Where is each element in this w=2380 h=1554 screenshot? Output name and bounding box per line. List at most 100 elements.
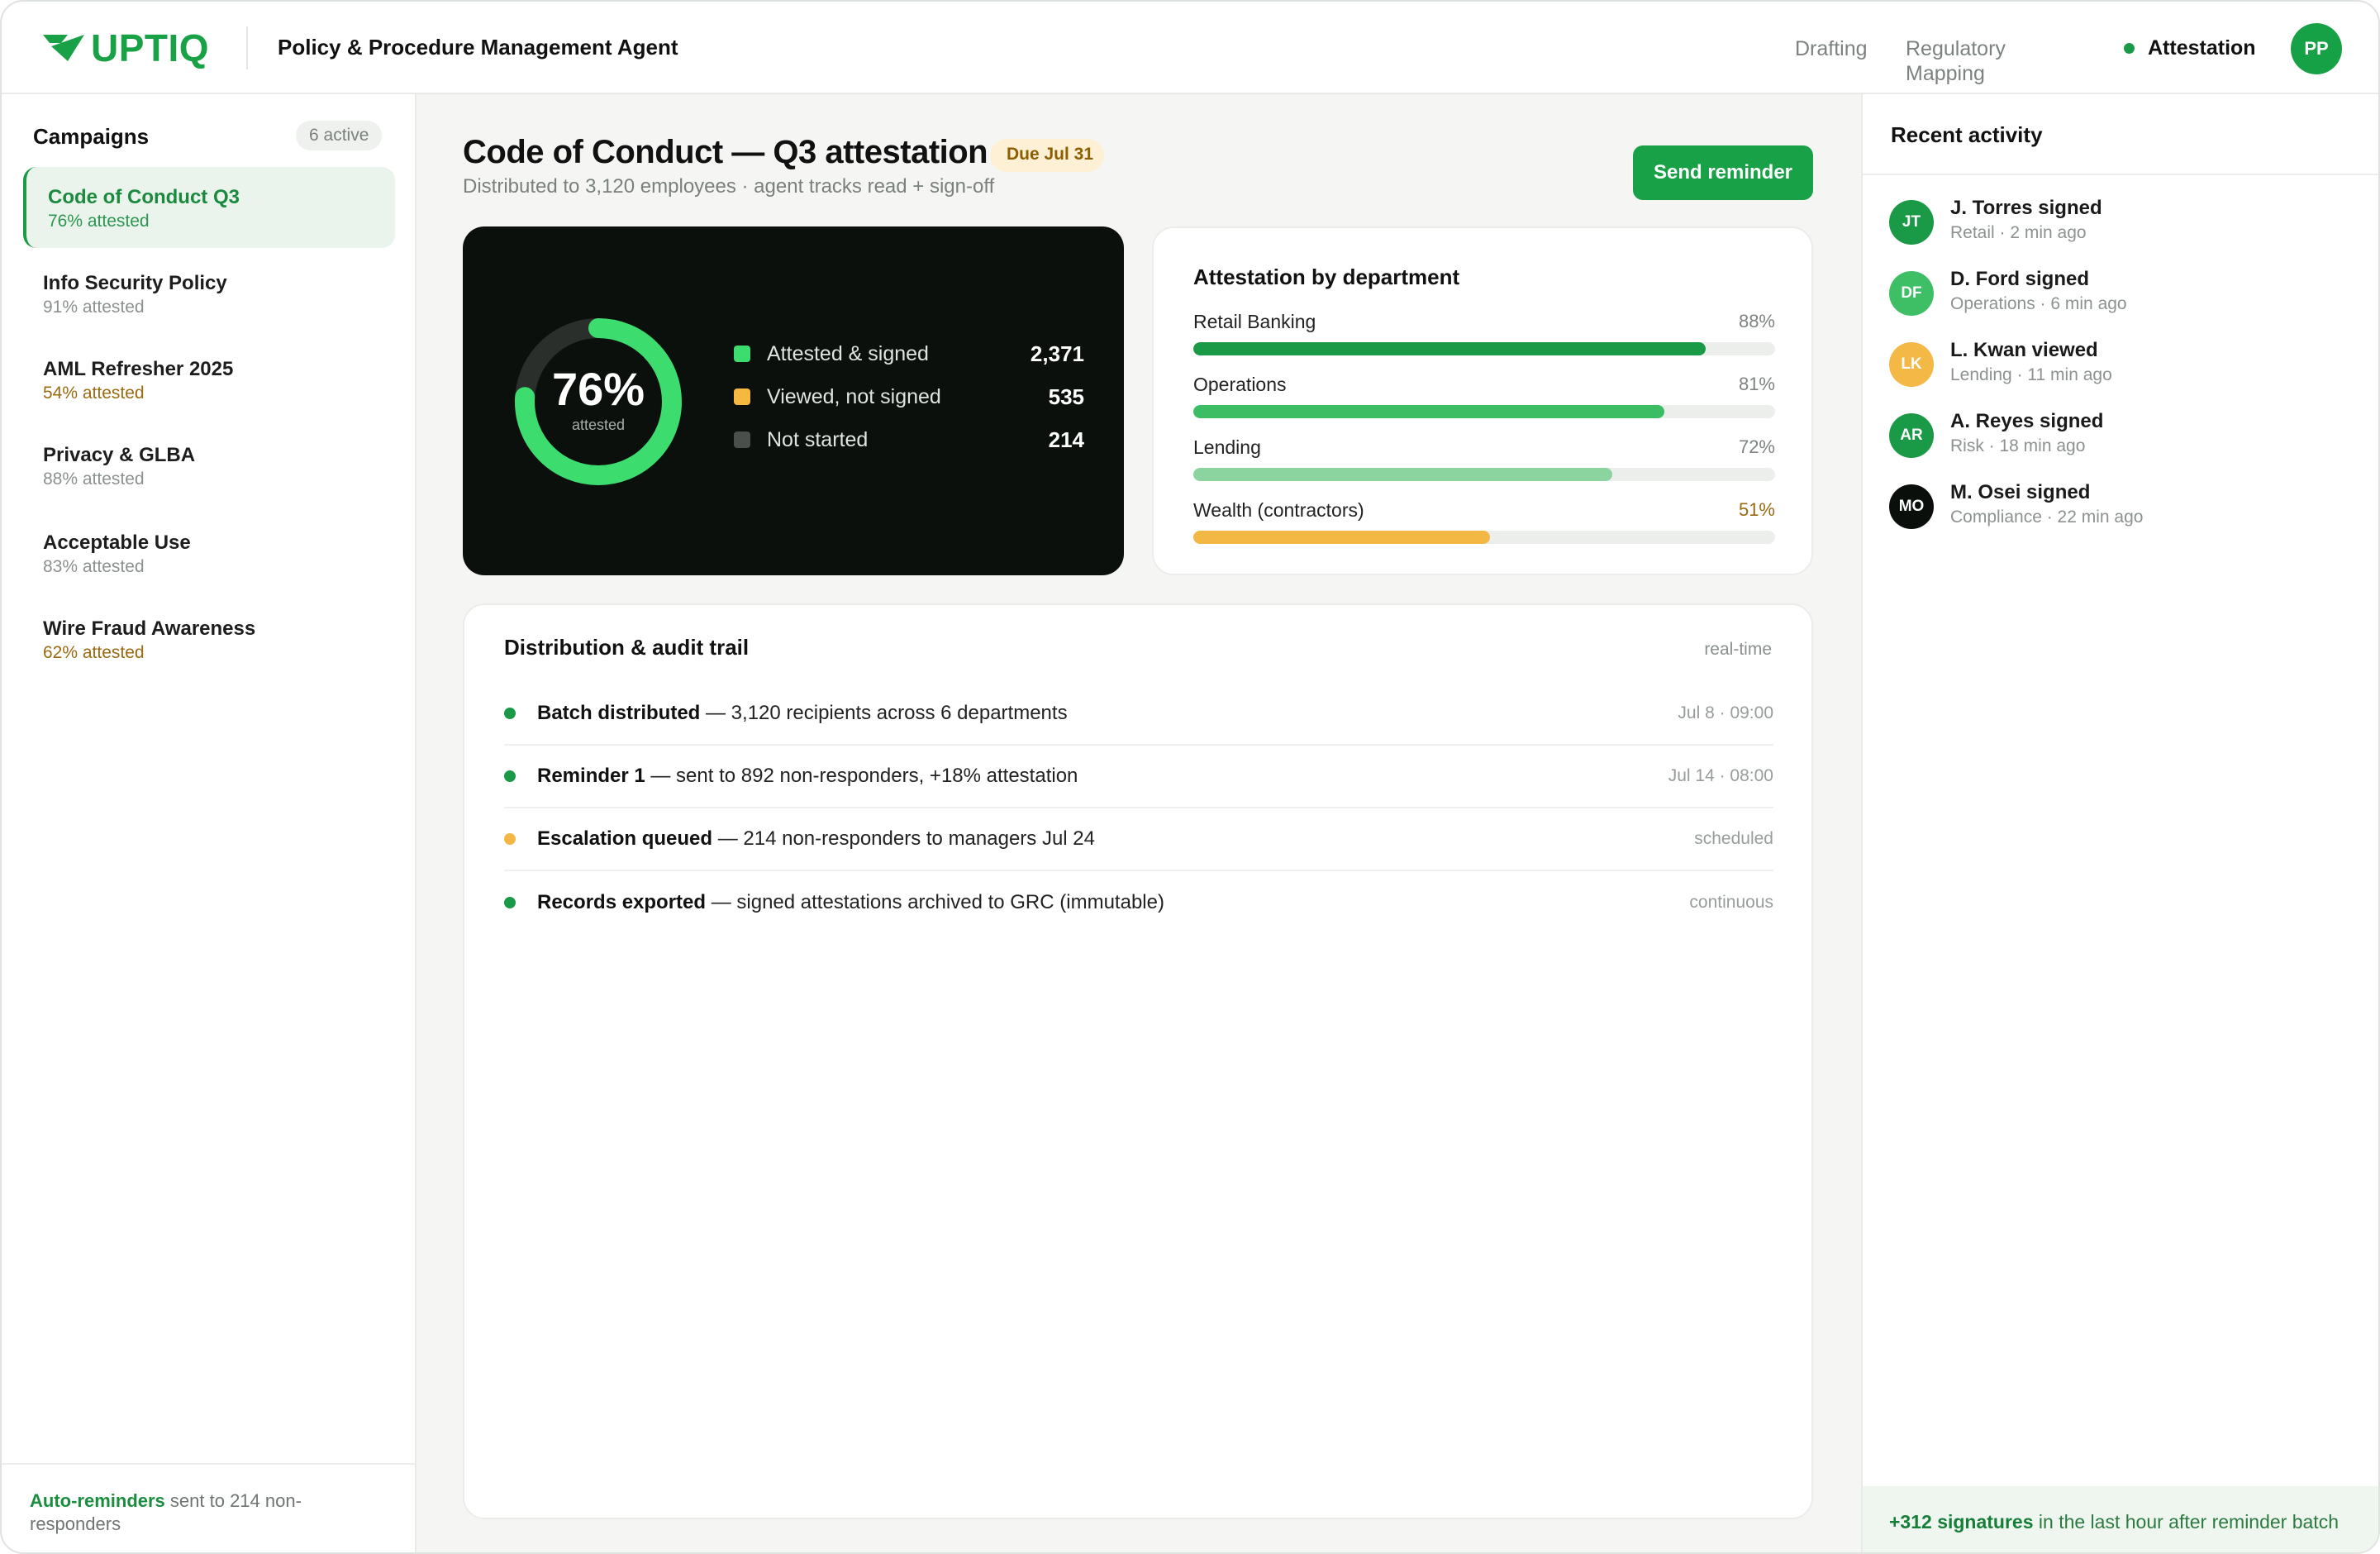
nav-attestation-label: Attestation: [2148, 36, 2256, 60]
auto-reminders-note: Auto-reminders sent to 214 non-responder…: [2, 1463, 415, 1552]
send-reminder-button[interactable]: Send reminder: [1633, 145, 1813, 200]
avatar: MO: [1889, 484, 1934, 529]
audit-row[interactable]: Batch distributed — 3,120 recipients acr…: [504, 683, 1773, 746]
activity-title: L. Kwan viewed: [1950, 339, 2098, 361]
signatures-count: +312 signatures: [1889, 1511, 2034, 1533]
legend-value: 214: [1048, 427, 1084, 452]
campaign-name: Privacy & GLBA: [43, 444, 196, 466]
logo[interactable]: UPTIQ: [43, 26, 209, 69]
department-row-retail-banking: Retail Banking 88%: [1193, 311, 1775, 355]
audit-event-title: Batch distributed: [537, 702, 701, 724]
department-percent: 72%: [1738, 436, 1775, 457]
campaign-item-privacy-glba[interactable]: Privacy & GLBA 88% attested: [23, 425, 395, 506]
progress-fill: [1193, 531, 1491, 544]
audit-row[interactable]: Records exported — signed attestations a…: [504, 871, 1773, 934]
signatures-summary: +312 signatures in the last hour after r…: [1863, 1486, 2378, 1552]
activity-item[interactable]: MO M. Osei signed Compliance · 22 min ag…: [1889, 478, 2352, 536]
legend-not-started: Not started 214: [734, 425, 1084, 455]
audit-event: Reminder 1 — sent to 892 non-responders,…: [537, 765, 1668, 788]
audit-trail-card: Distribution & audit trail real-time Bat…: [463, 603, 1813, 1519]
attestation-summary-card: 76% attested Attested & signed 2,371 Vie…: [463, 226, 1124, 575]
activity-title: D. Ford signed: [1950, 268, 2089, 290]
activity-item[interactable]: DF D. Ford signed Operations · 6 min ago: [1889, 265, 2352, 322]
audit-event-detail: — signed attestations archived to GRC (i…: [706, 891, 1164, 913]
progress-fill: [1193, 342, 1706, 355]
legend-swatch: [734, 388, 750, 405]
nav-drafting[interactable]: Drafting: [1795, 36, 1868, 61]
audit-row[interactable]: Escalation queued — 214 non-responders t…: [504, 808, 1773, 871]
campaign-name: AML Refresher 2025: [43, 358, 234, 380]
donut-percent: 76%: [551, 363, 645, 415]
active-count-badge: 6 active: [296, 121, 383, 150]
campaign-name: Code of Conduct Q3: [48, 186, 240, 208]
attestation-donut: 76% attested: [511, 314, 686, 489]
audit-event-time: continuous: [1689, 893, 1773, 912]
department-name: Wealth (contractors): [1193, 499, 1364, 521]
signatures-text: in the last hour after reminder batch: [2033, 1511, 2339, 1533]
sidebar-heading: Campaigns: [33, 124, 150, 149]
uptiq-logo-icon: [43, 35, 84, 61]
legend-value: 2,371: [1030, 341, 1084, 366]
audit-event: Escalation queued — 214 non-responders t…: [537, 827, 1694, 851]
activity-item[interactable]: LK L. Kwan viewed Lending · 11 min ago: [1889, 336, 2352, 393]
progress-track: [1193, 405, 1775, 418]
campaign-item-code-of-conduct[interactable]: Code of Conduct Q3 76% attested: [23, 167, 395, 248]
department-percent: 51%: [1738, 499, 1775, 520]
active-dot-icon: [2124, 43, 2135, 54]
audit-event-detail: — 3,120 recipients across 6 departments: [700, 702, 1068, 724]
department-name: Retail Banking: [1193, 311, 1316, 332]
audit-event-time: Jul 8 · 09:00: [1678, 703, 1773, 722]
activity-item[interactable]: AR A. Reyes signed Risk · 18 min ago: [1889, 407, 2352, 465]
main-content: Code of Conduct — Q3 attestation Due Jul…: [416, 94, 1861, 1552]
campaign-item-info-security[interactable]: Info Security Policy 91% attested: [23, 253, 395, 334]
progress-fill: [1193, 468, 1612, 481]
campaign-item-wire-fraud[interactable]: Wire Fraud Awareness 62% attested: [23, 598, 395, 679]
campaign-progress: 54% attested: [43, 384, 145, 403]
auto-reminders-label: Auto-reminders: [30, 1490, 165, 1511]
user-avatar[interactable]: PP: [2291, 23, 2342, 74]
nav-attestation[interactable]: Attestation: [2124, 36, 2256, 60]
campaign-name: Info Security Policy: [43, 272, 227, 294]
legend-attested: Attested & signed 2,371: [734, 339, 1084, 369]
campaign-item-acceptable-use[interactable]: Acceptable Use 83% attested: [23, 512, 395, 593]
department-row-wealth: Wealth (contractors) 51%: [1193, 499, 1775, 544]
recent-activity-title: Recent activity: [1891, 122, 2043, 147]
progress-fill: [1193, 405, 1665, 418]
activity-meta: Risk · 18 min ago: [1950, 436, 2086, 455]
activity-item[interactable]: JT J. Torres signed Retail · 2 min ago: [1889, 193, 2352, 251]
department-percent: 88%: [1738, 311, 1775, 331]
progress-track: [1193, 531, 1775, 544]
audit-event-title: Records exported: [537, 891, 707, 913]
due-date-badge: Due Jul 31: [990, 139, 1104, 172]
department-name: Lending: [1193, 436, 1261, 458]
top-header: UPTIQ Policy & Procedure Management Agen…: [2, 2, 2378, 94]
header-divider: [246, 26, 248, 69]
divider: [1863, 174, 2378, 175]
campaign-item-aml-refresher[interactable]: AML Refresher 2025 54% attested: [23, 339, 395, 420]
audit-event-time: scheduled: [1694, 829, 1773, 848]
activity-meta: Compliance · 22 min ago: [1950, 508, 2144, 527]
campaign-progress: 91% attested: [43, 298, 145, 317]
nav-regulatory-mapping[interactable]: Regulatory Mapping: [1906, 36, 2038, 86]
campaign-progress: 88% attested: [43, 470, 145, 489]
avatar: AR: [1889, 413, 1934, 458]
legend-label: Viewed, not signed: [767, 384, 941, 408]
audit-row[interactable]: Reminder 1 — sent to 892 non-responders,…: [504, 746, 1773, 808]
status-dot-icon: [504, 708, 516, 719]
recent-activity-panel: Recent activity JT J. Torres signed Reta…: [1861, 94, 2378, 1552]
department-row-lending: Lending 72%: [1193, 436, 1775, 481]
audit-trail-title: Distribution & audit trail: [504, 635, 750, 660]
audit-event-title: Escalation queued: [537, 827, 713, 850]
campaign-progress: 62% attested: [43, 643, 145, 662]
logo-text: UPTIQ: [91, 26, 210, 69]
campaigns-sidebar: Campaigns 6 active Code of Conduct Q3 76…: [2, 94, 416, 1552]
app-title: Policy & Procedure Management Agent: [278, 35, 678, 60]
progress-track: [1193, 468, 1775, 481]
page-subtitle: Distributed to 3,120 employees · agent t…: [463, 175, 995, 198]
campaign-progress: 83% attested: [43, 557, 145, 576]
status-dot-icon: [504, 897, 516, 908]
activity-meta: Lending · 11 min ago: [1950, 365, 2112, 384]
department-percent: 81%: [1738, 374, 1775, 394]
audit-event: Batch distributed — 3,120 recipients acr…: [537, 702, 1678, 725]
campaign-progress: 76% attested: [48, 212, 150, 231]
